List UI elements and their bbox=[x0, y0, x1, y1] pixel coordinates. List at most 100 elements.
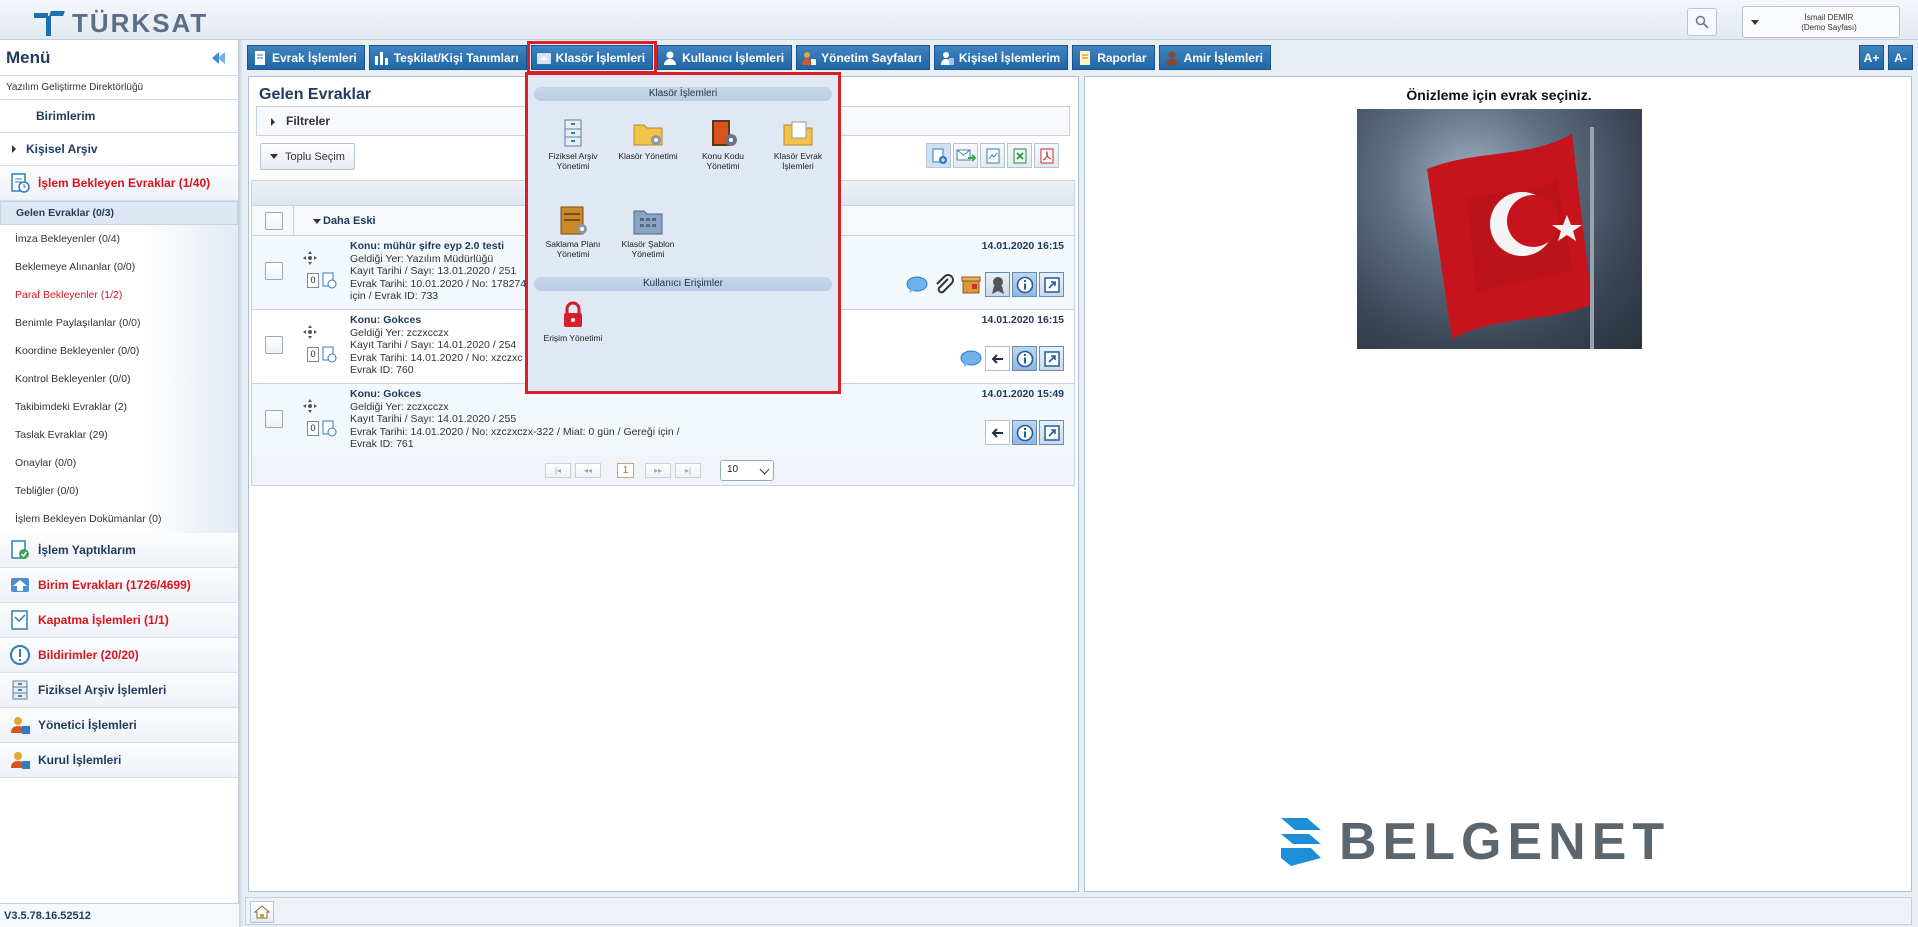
excel-export-button[interactable] bbox=[980, 143, 1005, 168]
info-button[interactable] bbox=[1012, 272, 1037, 297]
pdf-button[interactable] bbox=[1034, 143, 1059, 168]
move-icon[interactable] bbox=[302, 324, 318, 340]
sidebar-item-kurul-islemleri[interactable]: Kurul İşlemleri bbox=[0, 743, 238, 778]
sidebar-item-kapatma-islemleri[interactable]: Kapatma İşlemleri (1/1) bbox=[0, 603, 238, 638]
external-link-icon bbox=[1043, 424, 1060, 441]
search-icon bbox=[1695, 15, 1709, 29]
select-all-checkbox[interactable] bbox=[265, 212, 283, 230]
sidebar-item-islem-yaptiklarim[interactable]: İşlem Yaptıklarım bbox=[0, 533, 238, 568]
bulk-select-button[interactable]: Toplu Seçim bbox=[260, 143, 355, 170]
sidebar-sub-benimle-paylasilanlar[interactable]: Benimle Paylaşılanlar (0/0) bbox=[0, 309, 238, 337]
sidebar-item-fiziksel-arsiv[interactable]: Fiziksel Arşiv İşlemleri bbox=[0, 673, 238, 708]
award-icon bbox=[991, 276, 1004, 294]
tab-label: Raporlar bbox=[1097, 50, 1147, 65]
tab-evrak-islemleri[interactable]: Evrak İşlemleri bbox=[247, 45, 365, 70]
user-name: İsmail DEMİR bbox=[1804, 13, 1854, 22]
comment-button[interactable] bbox=[904, 272, 929, 297]
user-menu[interactable]: İsmail DEMİR (Demo Sayfası) bbox=[1742, 6, 1900, 38]
menu-item-konu-kodu[interactable]: Konu Kodu Yönetimi bbox=[688, 117, 758, 171]
comment-button[interactable] bbox=[958, 346, 983, 371]
move-icon[interactable] bbox=[302, 250, 318, 266]
font-increase-button[interactable]: A+ bbox=[1859, 45, 1884, 70]
sidebar-item-kisisel-arsiv[interactable]: Kişisel Arşiv bbox=[0, 133, 238, 166]
move-icon[interactable] bbox=[302, 398, 318, 414]
paperclip-icon bbox=[935, 273, 954, 293]
sidebar-item-label: İşlem Yaptıklarım bbox=[38, 543, 136, 557]
row-checkbox[interactable] bbox=[265, 262, 283, 280]
page-size-select[interactable]: 10 bbox=[720, 460, 774, 481]
brand-name: TÜRKSAT bbox=[72, 8, 209, 38]
open-button[interactable] bbox=[1039, 420, 1064, 445]
sidebar-item-birim-evraklari[interactable]: Birim Evrakları (1726/4699) bbox=[0, 568, 238, 603]
sidebar-item-label: Bildirimler (20/20) bbox=[38, 648, 139, 662]
menu-item-klasor-yonetimi[interactable]: Klasör Yönetimi bbox=[613, 117, 683, 161]
tab-klasor-islemleri[interactable]: Klasör İşlemleri bbox=[526, 41, 658, 74]
home-button[interactable] bbox=[250, 901, 274, 923]
expand-arrow-icon bbox=[12, 145, 16, 153]
reply-button[interactable] bbox=[985, 420, 1010, 445]
table-row[interactable]: 0 Konu: Gokces Geldiği Yer: zczxcczx Kay… bbox=[251, 384, 1075, 458]
search-button[interactable] bbox=[1687, 8, 1717, 36]
sidebar-sub-imza-bekleyenler[interactable]: İmza Bekleyenler (0/4) bbox=[0, 225, 238, 253]
sidebar-sub-tebligler[interactable]: Tebliğler (0/0) bbox=[0, 477, 238, 505]
seal-button[interactable] bbox=[985, 272, 1010, 297]
excel-button[interactable] bbox=[1007, 143, 1032, 168]
tab-kullanici-islemleri[interactable]: Kullanıcı İşlemleri bbox=[657, 45, 793, 70]
footer-bar bbox=[245, 897, 1912, 925]
org-name: Yazılım Geliştirme Direktörlüğü bbox=[0, 76, 238, 100]
mail-forward-icon bbox=[956, 149, 976, 162]
sidebar-sub-beklemeye-alinanlar[interactable]: Beklemeye Alınanlar (0/0) bbox=[0, 253, 238, 281]
tab-teskilat-kisi[interactable]: Teşkilat/Kişi Tanımları bbox=[368, 45, 527, 70]
cabinet-icon bbox=[12, 680, 28, 700]
open-button[interactable] bbox=[1039, 346, 1064, 371]
sidebar-item-label: Kişisel Arşiv bbox=[26, 142, 98, 156]
sidebar-item-yonetici-islemleri[interactable]: Yönetici İşlemleri bbox=[0, 708, 238, 743]
sidebar-sub-kontrol-bekleyenler[interactable]: Kontrol Bekleyenler (0/0) bbox=[0, 365, 238, 393]
attachment-button[interactable] bbox=[931, 272, 956, 297]
tab-amir-islemleri[interactable]: Amir İşlemleri bbox=[1158, 45, 1271, 70]
belgenet-logo: BELGENET bbox=[1281, 812, 1670, 872]
menu-item-klasor-sablon[interactable]: Klasör Şablon Yönetimi bbox=[613, 205, 683, 259]
row-checkbox[interactable] bbox=[265, 410, 283, 428]
sidebar-item-birimlerim[interactable]: Birimlerim bbox=[0, 100, 238, 133]
info-button[interactable] bbox=[1012, 420, 1037, 445]
menu-item-fiziksel-arsiv[interactable]: Fiziksel Arşiv Yönetimi bbox=[538, 117, 608, 171]
sidebar-sub-taslak-evraklar[interactable]: Taslak Evraklar (29) bbox=[0, 421, 238, 449]
tab-label: Evrak İşlemleri bbox=[272, 50, 357, 65]
sidebar-sub-paraf-bekleyenler[interactable]: Paraf Bekleyenler (1/2) bbox=[0, 281, 238, 309]
comment-icon bbox=[906, 276, 927, 293]
open-button[interactable] bbox=[1039, 272, 1064, 297]
info-button[interactable] bbox=[1012, 346, 1037, 371]
current-page[interactable]: 1 bbox=[617, 463, 634, 478]
tab-yonetim-sayfalari[interactable]: Yönetim Sayfaları bbox=[796, 45, 930, 70]
last-page-button[interactable]: ▸| bbox=[675, 463, 701, 478]
font-decrease-button[interactable]: A- bbox=[1888, 45, 1913, 70]
sidebar-splitter[interactable] bbox=[239, 40, 243, 927]
version-label: V3.5.78.16.52512 bbox=[0, 903, 239, 927]
page-title: Gelen Evraklar bbox=[259, 86, 372, 103]
sidebar-sub-takibimdeki-evraklar[interactable]: Takibimdeki Evraklar (2) bbox=[0, 393, 238, 421]
book-gear-icon bbox=[712, 120, 737, 146]
sidebar-item-islem-bekleyen[interactable]: İşlem Bekleyen Evraklar (1/40) bbox=[0, 166, 238, 201]
collapse-menu-icon[interactable] bbox=[210, 49, 228, 67]
new-document-button[interactable] bbox=[926, 143, 951, 168]
forward-button[interactable] bbox=[953, 143, 978, 168]
first-page-button[interactable]: |◂ bbox=[545, 463, 571, 478]
tab-kisisel-islemlerim[interactable]: Kişisel İşlemlerim bbox=[933, 45, 1069, 70]
menu-item-klasor-evrak[interactable]: Klasör Evrak İşlemleri bbox=[763, 117, 833, 171]
sidebar-sub-koordine-bekleyenler[interactable]: Koordine Bekleyenler (0/0) bbox=[0, 337, 238, 365]
tab-label: Klasör İşlemleri bbox=[555, 50, 646, 65]
menu-item-saklama-plani[interactable]: Saklama Planı Yönetimi bbox=[538, 205, 608, 259]
reply-button[interactable] bbox=[985, 346, 1010, 371]
archive-button[interactable] bbox=[958, 272, 983, 297]
sidebar-sub-gelen-evraklar[interactable]: Gelen Evraklar (0/3) bbox=[0, 201, 238, 225]
sidebar-sub-islem-bekleyen-dokumanlar[interactable]: İşlem Bekleyen Dokümanlar (0) bbox=[0, 505, 238, 533]
row-checkbox[interactable] bbox=[265, 336, 283, 354]
menu-item-erisim-yonetimi[interactable]: Erişim Yönetimi bbox=[538, 299, 608, 343]
tab-raporlar[interactable]: Raporlar bbox=[1072, 45, 1155, 70]
next-page-button[interactable]: ▸▸ bbox=[645, 463, 671, 478]
sidebar-sub-onaylar[interactable]: Onaylar (0/0) bbox=[0, 449, 238, 477]
sidebar-item-bildirimler[interactable]: Bildirimler (20/20) bbox=[0, 638, 238, 673]
folder-template-icon bbox=[633, 210, 663, 235]
prev-page-button[interactable]: ◂◂ bbox=[575, 463, 601, 478]
